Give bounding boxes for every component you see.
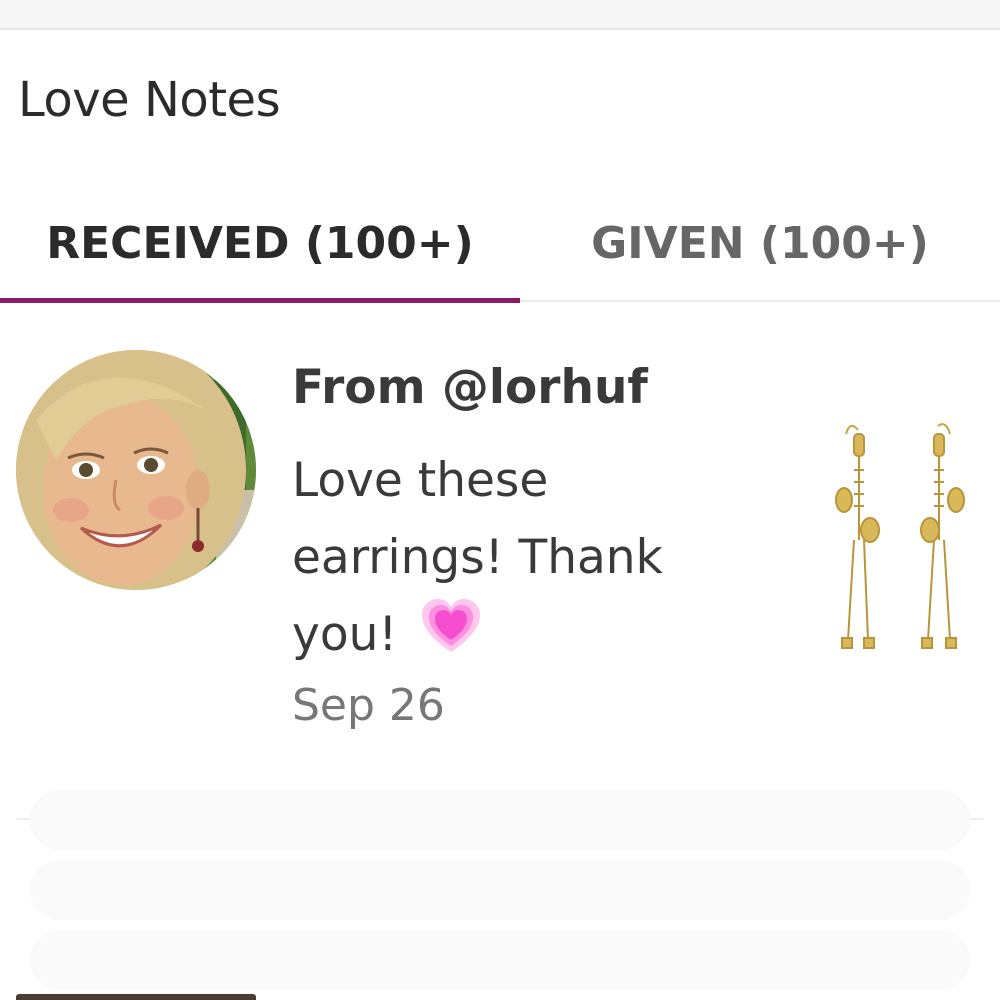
tab-given-label: GIVEN (100+) (591, 217, 929, 269)
note-sender[interactable]: From @lorhuf (292, 360, 648, 415)
page-title: Love Notes (18, 72, 281, 128)
redacted-content (30, 790, 970, 850)
tab-received[interactable]: RECEIVED (100+) (0, 190, 520, 296)
redacted-content (30, 860, 970, 920)
next-note-avatar-edge (16, 994, 256, 1000)
avatar[interactable] (16, 350, 256, 590)
top-status-strip (0, 0, 1000, 30)
redacted-content (30, 930, 970, 990)
tab-bar: RECEIVED (100+) GIVEN (100+) (0, 190, 1000, 303)
note-date: Sep 26 (292, 680, 445, 731)
love-note-item[interactable]: From @lorhuf Love these earrings! Thank … (0, 300, 1000, 818)
product-thumbnail[interactable] (820, 420, 980, 680)
note-message: Love these earrings! Thank you! (292, 442, 732, 677)
tab-given[interactable]: GIVEN (100+) (520, 190, 1000, 296)
growing-heart-icon (420, 598, 482, 677)
tab-received-label: RECEIVED (100+) (46, 217, 474, 269)
